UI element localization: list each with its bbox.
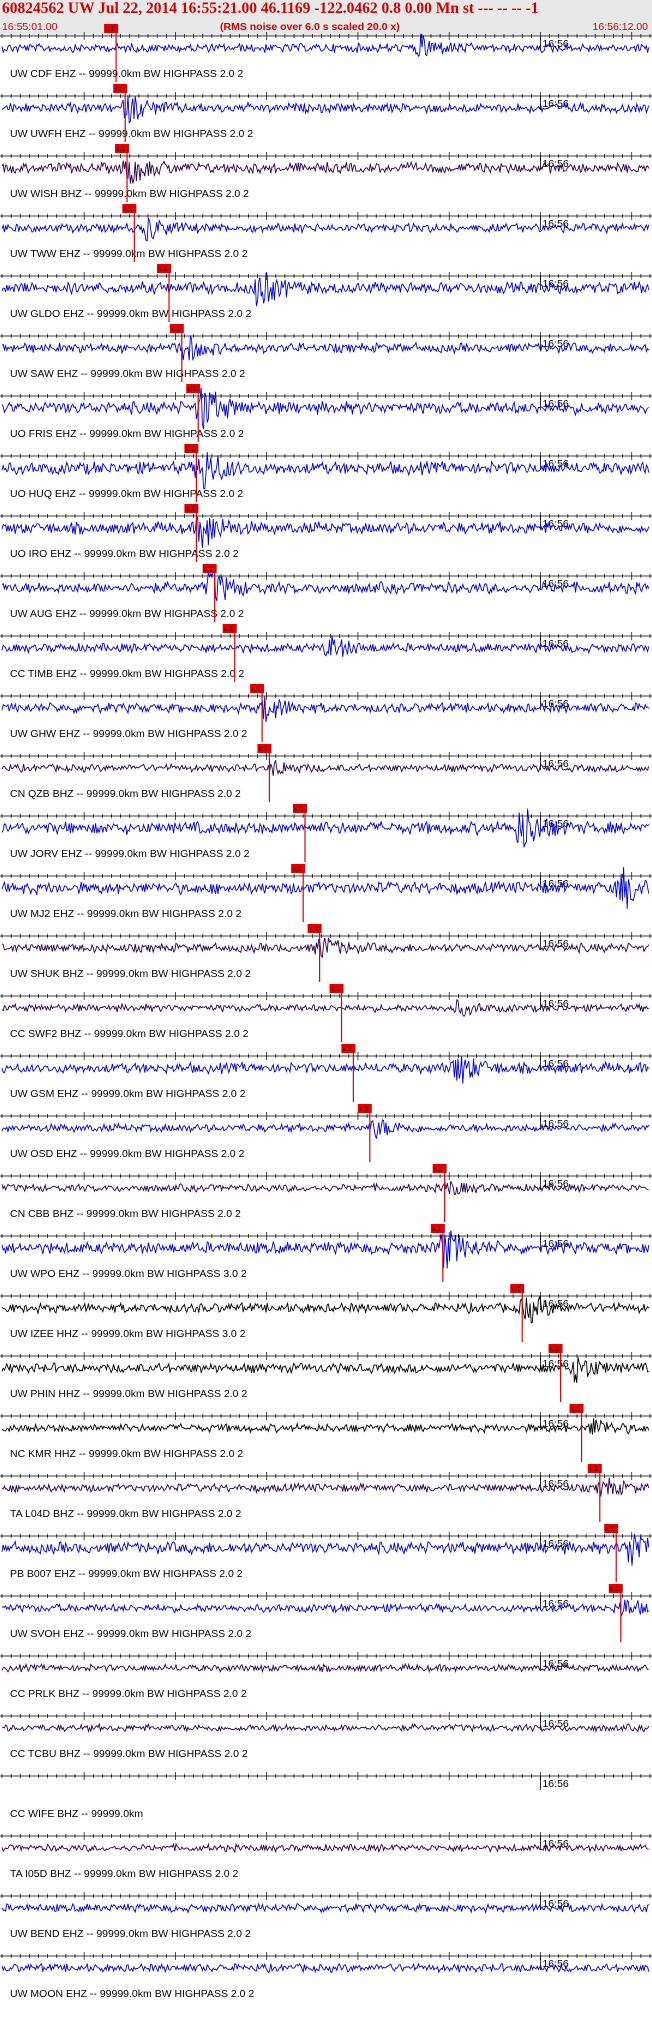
station-label: UO IRO EHZ -- 99999.0km BW HIGHPASS 2.0 … (10, 548, 239, 560)
pick-flag-label: x:1 (187, 386, 196, 393)
pick-flag-label: x:1 (251, 686, 260, 693)
pick-flag-label: x:1 (185, 446, 194, 453)
station-label: CC PRLK BHZ -- 99999.0km BW HIGHPASS 2.0… (10, 1688, 247, 1700)
seismogram-plot: 16:56 UW CDF EHZ -- 99999.0km BW HIGHPASS… (0, 24, 652, 2000)
station-label: UW SVOH EHZ -- 99999.0km BW HIGHPASS 2.0… (10, 1628, 252, 1640)
pick-flag-label: x:1 (292, 866, 301, 873)
pick-flag-label: x:1 (171, 326, 180, 333)
station-label: PB B007 EHZ -- 99999.0km BW HIGHPASS 2.0… (10, 1568, 243, 1580)
pick-flag-label: x:1 (434, 1166, 443, 1173)
station-label: CC TIMB EHZ -- 99999.0km BW HIGHPASS 2.0… (10, 668, 244, 680)
pick-flag-label: x:1 (123, 206, 132, 213)
waveform-trace (1, 387, 650, 430)
station-label: UW WPO EHZ -- 99999.0km BW HIGHPASS 3.0 … (10, 1268, 247, 1280)
station-label: UW GSM EHZ -- 99999.0km BW HIGHPASS 2.0 … (10, 1088, 246, 1100)
pick-flag-label: x:1 (309, 926, 318, 933)
pick-flag-label: x:1 (114, 86, 123, 93)
pick-flag-label: x:1 (610, 1586, 619, 1593)
station-label: UW IZEE HHZ -- 99999.0km BW HIGHPASS 3.0… (10, 1328, 246, 1340)
pick-flag-label: x:1 (204, 566, 213, 573)
pick-flag-label: x:1 (331, 986, 340, 993)
pick-flag-label: x:1 (571, 1406, 580, 1413)
pick-flag-label: x:1 (511, 1286, 520, 1293)
minute-tick-label: 16:56 (542, 938, 568, 950)
pick-flag-label: x:1 (105, 26, 114, 33)
station-label: UW SHUK BHZ -- 99999.0km BW HIGHPASS 2.0… (10, 968, 251, 980)
pick-flag-label: x:1 (258, 746, 267, 753)
pick-flag-label: x:1 (224, 626, 233, 633)
station-label: UW AUG EHZ -- 99999.0km BW HIGHPASS 2.0 … (10, 608, 244, 620)
station-label: CC WIFE BHZ -- 99999.0km (10, 1808, 143, 1820)
station-label: UO HUQ EHZ -- 99999.0km BW HIGHPASS 2.0 … (10, 488, 243, 500)
station-label: UW GLDO EHZ -- 99999.0km BW HIGHPASS 2.0… (10, 308, 252, 320)
pick-flag-label: x:1 (158, 266, 167, 273)
minute-tick-label: 16:56 (542, 1778, 568, 1790)
station-label: UW PHIN HHZ -- 99999.0km BW HIGHPASS 2.0… (10, 1388, 247, 1400)
pick-flag-label: x:1 (116, 146, 125, 153)
station-label: CN CBB BHZ -- 99999.0km BW HIGHPASS 2.0 … (10, 1208, 241, 1220)
pick-flag-label: x:1 (432, 1226, 441, 1233)
station-label: UW CDF EHZ -- 99999.0km BW HIGHPASS 2.0 … (10, 68, 243, 80)
pick-flag-label: x:1 (589, 1466, 598, 1473)
pick-flag-label: x:1 (294, 806, 303, 813)
station-label: UW UWFH EHZ -- 99999.0km BW HIGHPASS 2.0… (10, 128, 253, 140)
pick-flag-label: x:1 (185, 506, 194, 513)
station-label: UW TWW EHZ -- 99999.0km BW HIGHPASS 2.0 … (10, 248, 248, 260)
station-label: NC KMR HHZ -- 99999.0km BW HIGHPASS 2.0 … (10, 1448, 243, 1460)
station-label: UW MOON EHZ -- 99999.0km BW HIGHPASS 2.0… (10, 1988, 254, 2000)
pick-flag-label: x:1 (359, 1106, 368, 1113)
station-label: CC SWF2 BHZ -- 99999.0km BW HIGHPASS 2.0… (10, 1028, 249, 1040)
station-label: UW BEND EHZ -- 99999.0km BW HIGHPASS 2.0… (10, 1928, 251, 1940)
station-label: TA L04D BHZ -- 99999.0km BW HIGHPASS 2.0… (10, 1508, 241, 1520)
station-label: UW MJ2 EHZ -- 99999.0km BW HIGHPASS 2.0 … (10, 908, 242, 920)
station-label: UO FRIS EHZ -- 99999.0km BW HIGHPASS 2.0… (10, 428, 244, 440)
pick-flag-label: x:1 (605, 1526, 614, 1533)
pick-flag-label: x:1 (342, 1046, 351, 1053)
station-label: CC TCBU BHZ -- 99999.0km BW HIGHPASS 2.0… (10, 1748, 248, 1760)
station-label: UW SAW EHZ -- 99999.0km BW HIGHPASS 2.0 … (10, 368, 245, 380)
station-label: TA I05D BHZ -- 99999.0km BW HIGHPASS 2.0… (10, 1868, 239, 1880)
station-label: UW JORV EHZ -- 99999.0km BW HIGHPASS 2.0… (10, 848, 250, 860)
station-label: UW GHW EHZ -- 99999.0km BW HIGHPASS 2.0 … (10, 728, 247, 740)
minute-tick-label: 16:56 (542, 1358, 568, 1370)
station-label: CN QZB BHZ -- 99999.0km BW HIGHPASS 2.0 … (10, 788, 241, 800)
pick-flag-label: x:1 (550, 1346, 559, 1353)
station-label: UW OSD EHZ -- 99999.0km BW HIGHPASS 2.0 … (10, 1148, 245, 1160)
waveform-trace (1, 808, 650, 848)
minute-tick-label: 16:56 (542, 638, 568, 650)
station-label: UW WISH BHZ -- 99999.0km BW HIGHPASS 2.0… (10, 188, 249, 200)
minute-tick-label: 16:56 (542, 1958, 568, 1970)
waveform-trace (1, 866, 650, 909)
